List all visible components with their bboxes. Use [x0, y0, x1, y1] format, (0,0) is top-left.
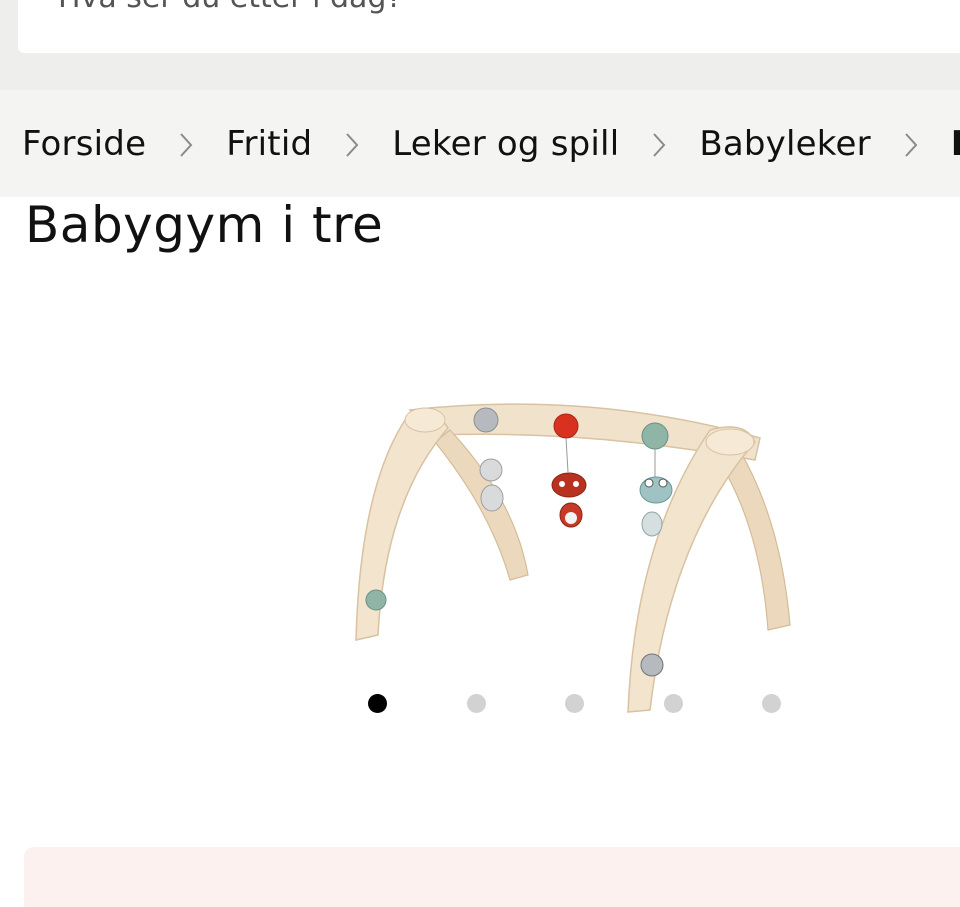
- breadcrumb-current: B: [951, 124, 960, 164]
- carousel-dot-5[interactable]: [762, 694, 781, 713]
- chevron-right-icon: [312, 126, 392, 161]
- search-placeholder: Hva ser du etter i dag?: [58, 0, 402, 15]
- breadcrumb-item-leker-og-spill[interactable]: Leker og spill: [392, 124, 619, 164]
- page-title: Babygym i tre: [25, 196, 384, 254]
- carousel-dot-4[interactable]: [664, 694, 683, 713]
- carousel-dot-2[interactable]: [467, 694, 486, 713]
- breadcrumb: Forside Fritid Leker og spill Babyleker …: [0, 90, 960, 197]
- promo-box: [24, 847, 960, 907]
- carousel-dots: [0, 694, 960, 716]
- wooden-baby-gym-image[interactable]: [340, 390, 800, 720]
- chevron-right-icon: [619, 126, 699, 161]
- breadcrumb-item-babyleker[interactable]: Babyleker: [699, 124, 870, 164]
- search-box[interactable]: Hva ser du etter i dag?: [18, 0, 960, 53]
- breadcrumb-item-forside[interactable]: Forside: [22, 124, 146, 164]
- chevron-right-icon: [146, 126, 226, 161]
- top-bar: Hva ser du etter i dag?: [0, 0, 960, 90]
- breadcrumb-item-fritid[interactable]: Fritid: [226, 124, 312, 164]
- carousel-dot-3[interactable]: [565, 694, 584, 713]
- carousel-dot-1[interactable]: [368, 694, 387, 713]
- chevron-right-icon: [871, 126, 951, 161]
